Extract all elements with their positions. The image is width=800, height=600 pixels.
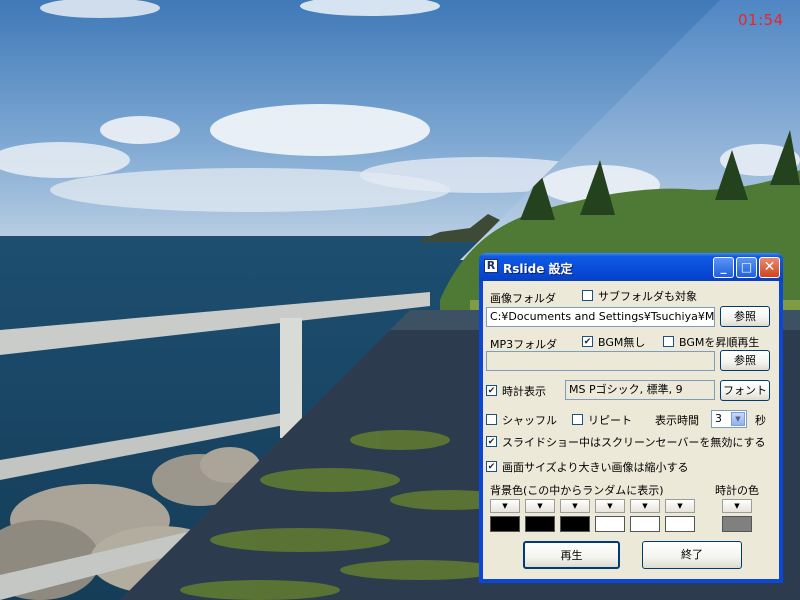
- bgm-ascending-label: BGMを昇順再生: [679, 336, 760, 349]
- shuffle-label: シャッフル: [502, 414, 557, 427]
- subfolder-label: サブフォルダも対象: [598, 290, 697, 303]
- clock-color-label: 時計の色: [715, 484, 759, 497]
- bg-color-4-swatch[interactable]: [595, 516, 625, 532]
- minimize-button[interactable]: _: [713, 257, 734, 278]
- dialog-body: 画像フォルダ サブフォルダも対象 C:¥Documents and Settin…: [483, 281, 779, 579]
- bg-color-2-button[interactable]: ▼: [525, 499, 555, 513]
- repeat-checkbox[interactable]: [572, 414, 583, 425]
- clock-color-button[interactable]: ▼: [722, 499, 752, 513]
- mp3-folder-input[interactable]: [486, 351, 715, 371]
- clock-color-swatch[interactable]: [722, 516, 752, 532]
- shrink-large-checkbox[interactable]: [486, 461, 497, 472]
- no-bgm-label: BGM無し: [598, 336, 646, 349]
- clock-display-label: 時計表示: [502, 385, 546, 398]
- no-bgm-checkbox[interactable]: [582, 336, 593, 347]
- bg-color-3-swatch[interactable]: [560, 516, 590, 532]
- play-button[interactable]: 再生: [523, 541, 620, 569]
- clock-display-checkbox[interactable]: [486, 385, 497, 396]
- shuffle-checkbox[interactable]: [486, 414, 497, 425]
- title-bar[interactable]: R Rslide 設定 _ □ ✕: [479, 253, 783, 281]
- disable-screensaver-label: スライドショー中はスクリーンセーバーを無効にする: [502, 436, 766, 449]
- repeat-label: リピート: [588, 414, 632, 427]
- bg-color-5-button[interactable]: ▼: [630, 499, 660, 513]
- slideshow-clock: 01:54: [738, 11, 784, 29]
- mp3-folder-browse-button[interactable]: 参照: [720, 350, 770, 371]
- subfolder-checkbox[interactable]: [582, 290, 593, 301]
- display-time-label: 表示時間: [655, 414, 699, 427]
- clock-font-field: MS Pゴシック, 標準, 9: [565, 380, 715, 400]
- image-folder-input[interactable]: C:¥Documents and Settings¥Tsuchiya¥My D: [486, 307, 715, 327]
- exit-button[interactable]: 終了: [642, 541, 742, 569]
- bg-color-6-swatch[interactable]: [665, 516, 695, 532]
- mp3-folder-label: MP3フォルダ: [490, 338, 558, 351]
- chevron-down-icon[interactable]: ▼: [731, 412, 745, 426]
- shrink-large-label: 画面サイズより大きい画像は縮小する: [502, 461, 689, 474]
- bg-color-2-swatch[interactable]: [525, 516, 555, 532]
- background-color-label: 背景色(この中からランダムに表示): [490, 484, 664, 497]
- close-button[interactable]: ✕: [759, 257, 780, 278]
- app-icon: R: [484, 259, 498, 273]
- bg-color-6-button[interactable]: ▼: [665, 499, 695, 513]
- seconds-label: 秒: [755, 414, 766, 427]
- image-folder-label: 画像フォルダ: [490, 292, 556, 305]
- disable-screensaver-checkbox[interactable]: [486, 436, 497, 447]
- bg-color-3-button[interactable]: ▼: [560, 499, 590, 513]
- bg-color-4-button[interactable]: ▼: [595, 499, 625, 513]
- settings-dialog: R Rslide 設定 _ □ ✕ 画像フォルダ サブフォルダも対象 C:¥Do…: [479, 253, 783, 583]
- font-button[interactable]: フォント: [720, 380, 770, 401]
- bg-color-1-button[interactable]: ▼: [490, 499, 520, 513]
- bg-color-5-swatch[interactable]: [630, 516, 660, 532]
- window-title: Rslide 設定: [503, 262, 573, 276]
- bg-color-1-swatch[interactable]: [490, 516, 520, 532]
- display-time-value: 3: [715, 412, 722, 425]
- display-time-select[interactable]: 3 ▼: [711, 410, 747, 428]
- bgm-ascending-checkbox[interactable]: [663, 336, 674, 347]
- maximize-button[interactable]: □: [736, 257, 757, 278]
- image-folder-browse-button[interactable]: 参照: [720, 306, 770, 327]
